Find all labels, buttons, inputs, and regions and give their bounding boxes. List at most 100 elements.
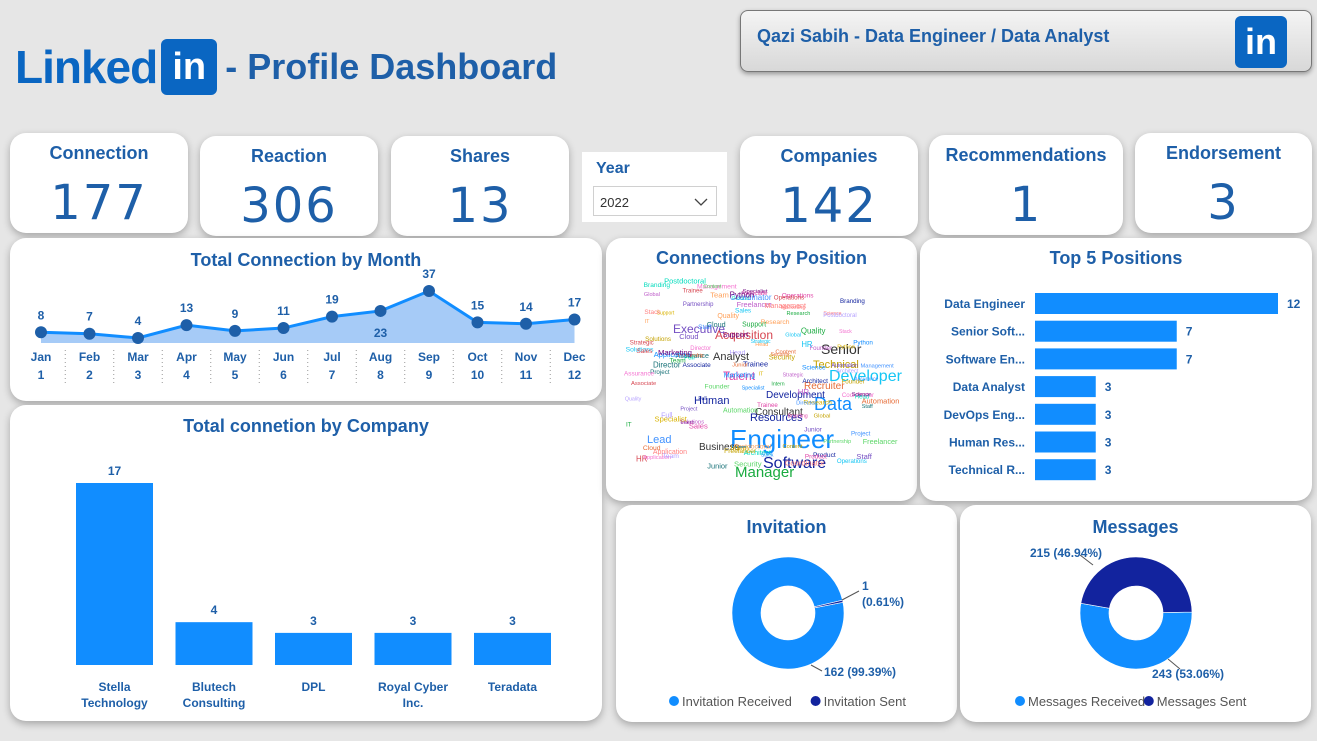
- legend-marker: [810, 696, 821, 706]
- cloud-word: Management: [861, 364, 895, 370]
- position-label: Technical R...: [949, 463, 1025, 477]
- cloud-word: Stack: [644, 309, 661, 316]
- cloud-word: Management: [764, 302, 806, 310]
- cloud-word: Architect: [802, 378, 828, 385]
- cloud-word: IT: [626, 422, 632, 429]
- cloud-word: Solutions: [645, 336, 671, 343]
- cloud-word: Specialist: [742, 386, 765, 392]
- data-label: 14: [519, 300, 533, 314]
- kpi-value: 3: [1207, 175, 1240, 231]
- bar-value-label: 3: [310, 614, 317, 628]
- cloud-word: Global: [785, 332, 801, 338]
- kpi-label: Connection: [49, 143, 149, 163]
- cloud-word: Python: [837, 344, 855, 350]
- cloud-word: Team: [710, 291, 729, 300]
- chevron-down-icon: [694, 198, 708, 206]
- cloud-word: Cloud: [679, 332, 698, 341]
- data-label: 7: [86, 310, 93, 324]
- legend-marker: [669, 696, 679, 706]
- cloud-word: Postdoctoral: [664, 277, 706, 286]
- profile-banner: Qazi Sabih - Data Engineer / Data Analys…: [740, 10, 1312, 72]
- data-point: [229, 324, 241, 337]
- kpi-value: 142: [780, 178, 878, 234]
- data-point: [132, 332, 144, 344]
- cloud-word: Partnership: [823, 439, 851, 445]
- cloud-word: Content: [775, 349, 796, 355]
- cloud-word: Trainee: [757, 402, 778, 409]
- bar-value-label: 3: [410, 614, 417, 628]
- bar-value-label: 3: [509, 614, 516, 628]
- page-header: Linked in - Profile Dashboard: [15, 36, 557, 98]
- top-positions-chart: 12 Data Engineer 7 Senior Soft... 7 Software …: [944, 293, 1301, 481]
- cloud-word: Specialist: [655, 414, 688, 423]
- cloud-word: HR: [798, 388, 810, 397]
- year-slicer-label: Year: [596, 160, 630, 177]
- cloud-word: Branding: [840, 298, 865, 305]
- month-label: Aug: [369, 350, 392, 364]
- cloud-word: Intern: [771, 382, 784, 388]
- bar: [474, 632, 551, 665]
- cloud-word: Automation: [723, 407, 758, 414]
- category-label: Blutech: [192, 680, 236, 694]
- cloud-word: Coordinator: [785, 459, 825, 468]
- cloud-word: Sales: [636, 348, 652, 355]
- month-number-label: 4: [183, 368, 190, 382]
- year-dropdown[interactable]: 2022: [593, 186, 717, 216]
- legend-label: Invitation Sent: [824, 694, 907, 709]
- cloud-word: Full: [698, 396, 706, 402]
- category-label: Technology: [81, 696, 148, 710]
- cloud-word: Content: [782, 444, 802, 450]
- cloud-word: HR: [801, 340, 813, 349]
- cloud-word: Global: [814, 413, 831, 419]
- year-slicer: Year 2022: [582, 152, 727, 222]
- slice-label: 243 (53.06%): [1152, 667, 1224, 681]
- legend-label: Invitation Received: [682, 694, 792, 709]
- month-label: Sep: [418, 350, 440, 364]
- month-label: Dec: [563, 350, 585, 364]
- cloud-word: Staff: [862, 404, 874, 410]
- cloud-word: Team: [662, 453, 679, 460]
- cloud-word: Security: [734, 460, 762, 469]
- cloud-word: Quality: [801, 327, 826, 336]
- cloud-word: Branding: [788, 413, 808, 419]
- legend-label: Messages Received: [1028, 694, 1145, 709]
- bar: [1035, 459, 1096, 481]
- kpi-card-recommendations: Recommendations 1: [929, 135, 1123, 235]
- legend-marker: [1143, 696, 1154, 706]
- cloud-word: Project: [680, 407, 698, 413]
- cloud-word: Trainee: [682, 289, 703, 295]
- position-label: Software En...: [946, 352, 1025, 366]
- slice-label: 1: [862, 579, 869, 593]
- month-number-label: 2: [86, 368, 93, 382]
- month-number-label: 3: [135, 368, 142, 382]
- profile-name: Qazi Sabih - Data Engineer / Data Analys…: [757, 26, 1110, 46]
- data-point: [520, 317, 532, 330]
- data-label: 15: [471, 298, 485, 312]
- data-label: 9: [232, 307, 239, 321]
- cloud-word: Freelancer: [863, 437, 898, 446]
- bar: [1035, 293, 1278, 314]
- cloud-word: Architect: [836, 368, 859, 374]
- bar-value-label: 7: [1186, 325, 1193, 339]
- data-point: [35, 326, 47, 339]
- linkedin-profile-icon[interactable]: in: [1235, 16, 1287, 68]
- data-label: 37: [422, 267, 436, 281]
- cloud-word: Python: [730, 290, 755, 299]
- cloud-word: Founder: [705, 384, 731, 391]
- month-label: Feb: [79, 350, 100, 364]
- data-label: 13: [180, 301, 194, 315]
- linkedin-logo-icon: in: [161, 39, 218, 95]
- month-number-label: 5: [232, 368, 239, 382]
- cloud-word: Freelancer: [724, 448, 757, 455]
- data-point: [180, 319, 193, 332]
- cloud-word: Director: [796, 400, 816, 406]
- position-wordcloud-card: Connections by Position Engineer Data Deve…: [606, 238, 917, 501]
- month-number-label: 10: [471, 368, 485, 382]
- month-number-label: 1: [38, 368, 45, 382]
- year-dropdown-value: 2022: [600, 195, 629, 210]
- position-label: Human Res...: [949, 436, 1025, 450]
- bar: [374, 632, 452, 665]
- legend-marker: [1015, 696, 1025, 706]
- cloud-word: Head: [729, 350, 745, 357]
- linkedin-wordmark: Linked: [15, 41, 158, 93]
